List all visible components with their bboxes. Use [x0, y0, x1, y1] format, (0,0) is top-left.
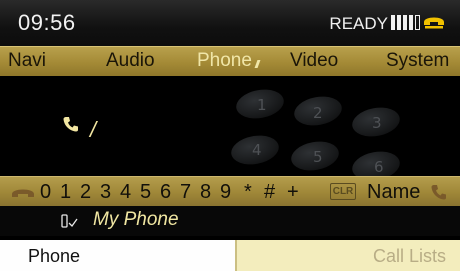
background-digit: 5 [313, 148, 323, 166]
key-2[interactable]: 2 [80, 181, 91, 204]
tab-phone[interactable]: Phone [0, 240, 237, 271]
background-digit: 2 [313, 104, 323, 122]
background-digit: 4 [252, 141, 262, 159]
key-0[interactable]: 0 [40, 181, 51, 204]
menu-item-audio[interactable]: Audio [106, 50, 155, 72]
key-5[interactable]: 5 [140, 181, 151, 204]
signal-bar [415, 15, 420, 30]
signal-bar [391, 15, 395, 30]
key-6[interactable]: 6 [160, 181, 171, 204]
menu-item-phone[interactable]: Phone [197, 50, 261, 72]
ready-status: READY [329, 14, 388, 33]
menu-item-navi[interactable]: Navi [8, 50, 46, 72]
key-star[interactable]: * [244, 181, 252, 204]
phone-screen: 09:56 READY Navi Audio Phone Video Syste… [0, 0, 460, 271]
keypad-bar: 0 1 2 3 4 5 6 7 8 9 * # + CLR Name [0, 176, 460, 206]
key-1[interactable]: 1 [60, 181, 71, 204]
connected-phone-row: My Phone [0, 206, 460, 236]
signal-strength-icon [391, 15, 420, 30]
tab-call-lists-label: Call Lists [372, 246, 446, 266]
key-8[interactable]: 8 [200, 181, 211, 204]
key-plus[interactable]: + [287, 181, 299, 204]
clock: 09:56 [18, 10, 76, 35]
connected-phone-name: My Phone [93, 209, 179, 230]
background-digit: 6 [374, 158, 384, 176]
active-indicator [254, 60, 261, 68]
bottom-tabs: Phone Call Lists [0, 240, 460, 271]
key-hash[interactable]: # [264, 181, 275, 204]
signal-bar [403, 15, 407, 30]
tab-phone-label: Phone [28, 246, 81, 266]
accept-call-icon[interactable] [430, 183, 448, 201]
background-digit: 3 [372, 114, 382, 132]
key-7[interactable]: 7 [180, 181, 191, 204]
status-bar: 09:56 READY [0, 0, 460, 46]
handset-icon [424, 17, 444, 29]
signal-bar [397, 15, 401, 30]
background-digit: 1 [257, 96, 267, 114]
key-3[interactable]: 3 [100, 181, 111, 204]
end-call-icon[interactable] [11, 187, 35, 199]
handset-icon [63, 117, 78, 132]
key-9[interactable]: 9 [220, 181, 231, 204]
menu-item-system[interactable]: System [386, 50, 449, 72]
dial-input-field[interactable]: / [90, 117, 96, 143]
menu-item-video[interactable]: Video [290, 50, 338, 72]
tab-call-lists[interactable]: Call Lists [237, 240, 460, 271]
mobile-phone-icon [61, 214, 78, 228]
signal-bar [409, 15, 413, 30]
key-4[interactable]: 4 [120, 181, 131, 204]
menu-item-phone-label: Phone [197, 50, 252, 71]
clear-button[interactable]: CLR [330, 183, 356, 200]
name-button[interactable]: Name [367, 181, 420, 204]
main-menu-bar: Navi Audio Phone Video System [0, 46, 460, 76]
